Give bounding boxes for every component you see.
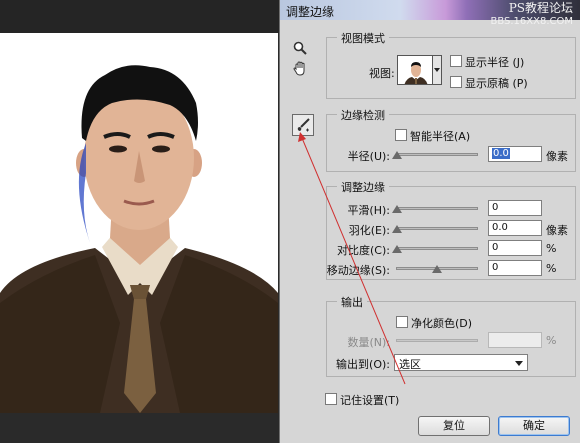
smart-radius-label: 智能半径(A) <box>410 130 471 143</box>
hand-tool-button[interactable] <box>289 57 311 79</box>
output-title: 输出 <box>337 294 367 310</box>
remember-settings-label: 记住设置(T) <box>340 394 400 407</box>
contrast-label: 对比度(C): <box>337 244 390 257</box>
contrast-unit: % <box>546 242 557 255</box>
contrast-slider-track[interactable] <box>396 247 478 250</box>
smart-radius-checkbox[interactable] <box>395 129 407 141</box>
feather-unit: 像素 <box>546 224 568 237</box>
edge-detection-title: 边缘检测 <box>337 107 389 123</box>
zoom-tool-button[interactable] <box>289 37 311 59</box>
view-dropdown-button[interactable] <box>433 55 442 85</box>
decontaminate-colors-checkbox[interactable] <box>396 316 408 328</box>
smooth-slider-track[interactable] <box>396 207 478 210</box>
shift-edge-input[interactable]: 0 <box>488 260 542 276</box>
smooth-label: 平滑(H): <box>347 204 390 217</box>
radius-input[interactable]: 0.0 <box>488 146 542 162</box>
radius-label: 半径(U): <box>347 150 390 163</box>
view-mode-group: 视图模式 <box>326 30 576 99</box>
shift-edge-label: 移动边缘(S): <box>326 264 390 277</box>
output-to-select[interactable]: 选区 <box>394 354 528 371</box>
refine-edge-dialog: 调整边缘 PS教程论坛 BBS.16XX8.COM 视图模式 视图: 显示半径 … <box>279 0 580 443</box>
output-to-value: 选区 <box>399 358 421 371</box>
portrait-photo <box>0 33 278 413</box>
feather-slider-track[interactable] <box>396 227 478 230</box>
contrast-input[interactable]: 0 <box>488 240 542 256</box>
show-radius-checkbox[interactable] <box>450 55 462 67</box>
output-to-label: 输出到(O): <box>336 358 390 371</box>
contrast-slider-thumb[interactable] <box>392 245 402 253</box>
smooth-slider-thumb[interactable] <box>392 205 402 213</box>
feather-slider-thumb[interactable] <box>392 225 402 233</box>
view-mode-title: 视图模式 <box>337 30 389 46</box>
amount-label: 数量(N): <box>347 336 390 349</box>
canvas-top-area <box>0 0 280 33</box>
dialog-titlebar[interactable]: 调整边缘 PS教程论坛 BBS.16XX8.COM <box>280 0 580 27</box>
chevron-down-icon <box>515 361 523 366</box>
refine-radius-tool-button[interactable] <box>292 114 314 136</box>
portrait-image <box>0 33 278 413</box>
feather-input[interactable]: 0.0 <box>488 220 542 236</box>
view-thumbnail[interactable] <box>397 55 433 85</box>
watermark-line-2: BBS.16XX8.COM <box>490 16 573 27</box>
smooth-input[interactable]: 0 <box>488 200 542 216</box>
view-preview-icon <box>398 56 432 84</box>
ok-button[interactable]: 确定 <box>498 416 570 436</box>
radius-value: 0.0 <box>492 148 510 159</box>
radius-slider-track[interactable] <box>396 153 478 156</box>
view-label: 视图: <box>369 67 395 80</box>
shift-edge-unit: % <box>546 262 557 275</box>
adjust-edge-title: 调整边缘 <box>337 179 389 195</box>
shift-edge-slider-thumb[interactable] <box>432 265 442 273</box>
dialog-title: 调整边缘 <box>286 5 335 19</box>
chevron-down-icon <box>434 68 440 72</box>
radius-unit: 像素 <box>546 150 568 163</box>
hand-icon <box>293 60 305 76</box>
watermark-line-1: PS教程论坛 <box>508 1 573 15</box>
watermark: PS教程论坛 BBS.16XX8.COM <box>490 2 573 28</box>
refine-radius-brush-icon <box>297 118 310 132</box>
amount-unit: % <box>546 334 557 347</box>
show-original-label: 显示原稿 (P) <box>465 77 528 90</box>
magnifier-icon <box>293 41 307 55</box>
feather-label: 羽化(E): <box>348 224 390 237</box>
reset-button[interactable]: 复位 <box>418 416 490 436</box>
radius-slider-thumb[interactable] <box>392 151 402 159</box>
amount-slider-track[interactable] <box>396 339 478 342</box>
show-original-checkbox[interactable] <box>450 76 462 88</box>
canvas-bottom-strip <box>0 413 280 443</box>
remember-settings-checkbox[interactable] <box>325 393 337 405</box>
decontaminate-colors-label: 净化颜色(D) <box>411 317 473 330</box>
amount-input[interactable] <box>488 332 542 348</box>
show-radius-label: 显示半径 (J) <box>465 56 525 69</box>
